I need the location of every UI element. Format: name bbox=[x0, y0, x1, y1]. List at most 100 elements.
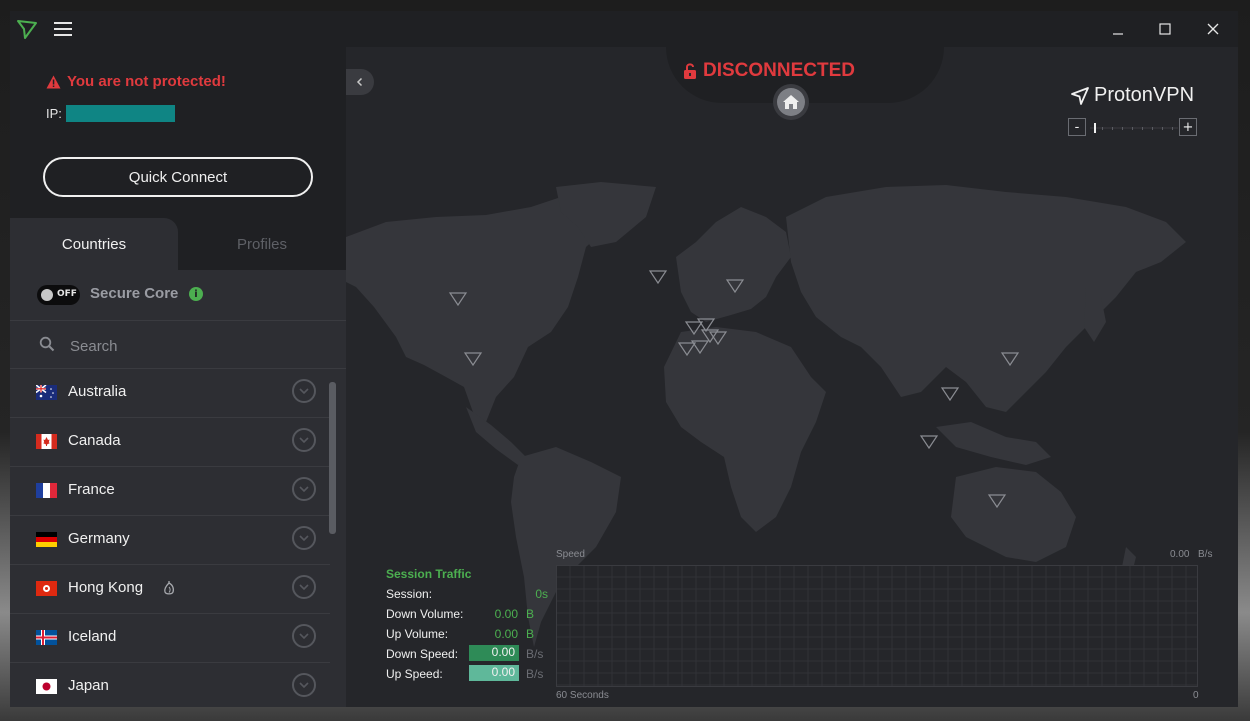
brand-logo: ProtonVPN bbox=[1070, 84, 1194, 107]
quick-connect-button[interactable]: Quick Connect bbox=[43, 157, 313, 197]
stat-label: Down Speed: bbox=[386, 647, 459, 661]
flag-germany-icon bbox=[36, 532, 57, 547]
flag-canada-icon bbox=[36, 434, 57, 449]
country-row-iceland[interactable]: Iceland bbox=[10, 614, 330, 663]
minimize-button[interactable] bbox=[1095, 11, 1141, 47]
zoom-in-button[interactable]: + bbox=[1179, 118, 1197, 136]
stat-label: Down Volume: bbox=[386, 607, 464, 621]
ip-label: IP: bbox=[46, 106, 62, 121]
expand-chevron-icon[interactable] bbox=[292, 673, 316, 697]
flag-france-icon bbox=[36, 483, 57, 498]
stat-unit: B bbox=[525, 607, 534, 621]
expand-chevron-icon[interactable] bbox=[292, 379, 316, 403]
tab-profiles[interactable]: Profiles bbox=[178, 218, 346, 270]
home-location-button[interactable] bbox=[773, 84, 809, 120]
ip-value-redacted bbox=[65, 105, 175, 122]
stat-unit: B bbox=[525, 627, 534, 641]
secure-core-toggle[interactable]: OFF bbox=[37, 285, 80, 305]
secure-core-row: OFF Secure Core i bbox=[10, 270, 346, 321]
country-row-hong-kong[interactable]: Hong Kong bbox=[10, 565, 330, 614]
collapse-sidebar-button[interactable] bbox=[346, 69, 374, 95]
stat-value: 0.00 bbox=[469, 665, 519, 681]
stat-label: Up Speed: bbox=[386, 667, 443, 681]
down-volume-row: Down Volume: 0.00 B bbox=[386, 607, 556, 627]
maximize-icon bbox=[1159, 23, 1171, 35]
scrollbar-thumb[interactable] bbox=[329, 382, 336, 534]
stat-unit: B/s bbox=[526, 647, 544, 661]
expand-chevron-icon[interactable] bbox=[292, 477, 316, 501]
expand-chevron-icon[interactable] bbox=[292, 428, 316, 452]
tab-bar: Countries Profiles bbox=[10, 218, 346, 270]
up-volume-row: Up Volume: 0.00 B bbox=[386, 627, 556, 647]
stat-value: 0.00 bbox=[494, 607, 518, 621]
warning-text: You are not protected! bbox=[67, 73, 226, 90]
chevron-left-icon bbox=[356, 77, 363, 87]
stat-value: 0s bbox=[535, 587, 548, 601]
app-window: You are not protected! IP: Quick Connect… bbox=[10, 11, 1238, 707]
protonvpn-logo-icon bbox=[17, 20, 37, 39]
search-input[interactable] bbox=[68, 333, 322, 359]
stat-value: 0.00 bbox=[469, 645, 519, 661]
flag-hong-kong-icon bbox=[36, 581, 57, 596]
secure-core-label: Secure Core bbox=[90, 285, 179, 302]
country-row-canada[interactable]: Canada bbox=[10, 418, 330, 467]
zoom-out-button[interactable]: - bbox=[1068, 118, 1086, 136]
world-map[interactable]: DISCONNECTED ProtonVPN - + Session Traff… bbox=[346, 47, 1238, 707]
toggle-state-text: OFF bbox=[57, 289, 77, 299]
speed-graph-x-end: 0 bbox=[1193, 690, 1199, 701]
up-speed-row: Up Speed: 0.00 B/s bbox=[386, 665, 556, 687]
speed-graph-title: Speed bbox=[556, 549, 585, 560]
speed-graph-max-unit: B/s bbox=[1198, 549, 1213, 560]
stat-unit: B/s bbox=[526, 667, 544, 681]
expand-chevron-icon[interactable] bbox=[292, 526, 316, 550]
zoom-slider-thumb bbox=[1094, 123, 1096, 133]
close-icon bbox=[1207, 23, 1219, 35]
stat-label: Up Volume: bbox=[386, 627, 449, 641]
toggle-knob bbox=[41, 289, 53, 301]
menu-icon[interactable] bbox=[54, 22, 72, 36]
close-button[interactable] bbox=[1190, 11, 1236, 47]
session-traffic-title: Session Traffic bbox=[386, 567, 472, 581]
country-row-germany[interactable]: Germany bbox=[10, 516, 330, 565]
title-bar bbox=[10, 11, 1238, 47]
expand-chevron-icon[interactable] bbox=[292, 575, 316, 599]
zoom-control: - + bbox=[1068, 118, 1198, 138]
country-list-scrollbar[interactable] bbox=[329, 382, 336, 695]
stat-label: Session: bbox=[386, 587, 433, 601]
unlocked-padlock-icon bbox=[684, 63, 696, 79]
ip-address: IP: bbox=[46, 105, 175, 122]
flag-australia-icon bbox=[36, 385, 57, 400]
tab-countries[interactable]: Countries bbox=[10, 218, 178, 270]
maximize-button[interactable] bbox=[1142, 11, 1188, 47]
country-name: France bbox=[68, 481, 115, 498]
stat-value: 0.00 bbox=[494, 627, 518, 641]
country-row-france[interactable]: France bbox=[10, 467, 330, 516]
brand-name: ProtonVPN bbox=[1094, 84, 1195, 106]
flag-japan-icon bbox=[36, 679, 57, 694]
country-name: Australia bbox=[68, 383, 127, 400]
flag-iceland-icon bbox=[36, 630, 57, 645]
minimize-icon bbox=[1113, 33, 1123, 35]
country-list: Australia Canada France Germany Hong Kon… bbox=[10, 369, 330, 707]
down-speed-row: Down Speed: 0.00 B/s bbox=[386, 645, 556, 667]
protection-warning: You are not protected! bbox=[46, 73, 226, 90]
expand-chevron-icon[interactable] bbox=[292, 624, 316, 648]
speed-graph-max-value: 0.00 bbox=[1170, 549, 1190, 560]
session-traffic-panel: Session Traffic Session: 0s Down Volume:… bbox=[386, 567, 556, 687]
country-row-japan[interactable]: Japan bbox=[10, 663, 330, 707]
countries-panel: OFF Secure Core i Australia bbox=[10, 270, 346, 707]
search-icon bbox=[39, 336, 55, 352]
zoom-slider[interactable] bbox=[1090, 122, 1178, 134]
connection-status: DISCONNECTED bbox=[683, 60, 855, 82]
country-name: Hong Kong bbox=[68, 579, 144, 596]
country-row-australia[interactable]: Australia bbox=[10, 369, 330, 418]
warning-icon bbox=[46, 75, 61, 88]
home-icon bbox=[783, 95, 799, 109]
country-name: Iceland bbox=[68, 628, 117, 645]
sidebar: You are not protected! IP: Quick Connect… bbox=[10, 47, 346, 707]
country-name: Canada bbox=[68, 432, 121, 449]
info-icon[interactable]: i bbox=[189, 287, 203, 301]
protonvpn-brand-icon bbox=[1071, 86, 1089, 105]
connection-status-text: DISCONNECTED bbox=[703, 60, 856, 81]
session-duration-row: Session: 0s bbox=[386, 587, 556, 607]
